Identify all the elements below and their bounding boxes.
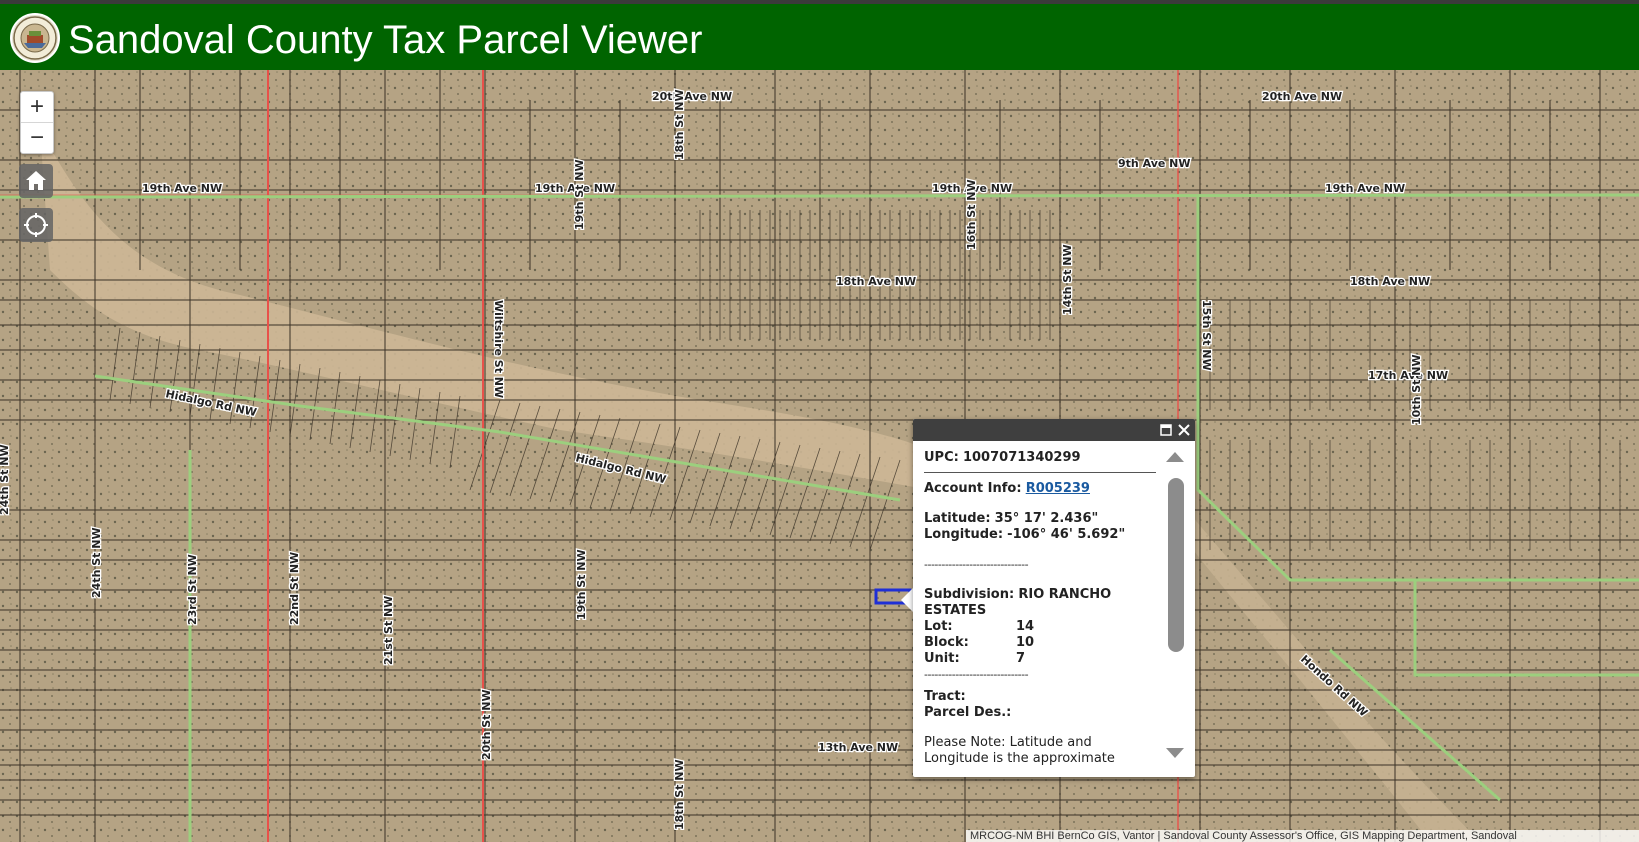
popup-titlebar — [913, 419, 1195, 441]
street-label: 10th St NW — [1410, 354, 1423, 425]
scroll-up-icon[interactable] — [1163, 448, 1187, 464]
maximize-icon[interactable] — [1160, 424, 1172, 436]
street-label: 18th St NW — [673, 759, 686, 830]
street-label: 24th St NW — [0, 444, 11, 515]
street-label: 23rd St NW — [186, 554, 199, 625]
home-button[interactable] — [19, 164, 53, 198]
street-label: Wiltshire St NW — [492, 300, 505, 398]
lot-value: 14 — [1016, 619, 1035, 634]
street-label: 14th St NW — [1061, 244, 1074, 315]
zoom-in-button[interactable]: + — [21, 92, 53, 122]
unit-value: 7 — [1016, 651, 1026, 666]
zoom-control: + − — [20, 91, 54, 154]
street-label: 13th Ave NW — [818, 741, 898, 754]
separator: ------------------------------ — [924, 668, 1029, 681]
map-canvas[interactable]: 20th Ave NW 20th Ave NW 9th Ave NW 19th … — [0, 70, 1639, 842]
street-label: 20th St NW — [480, 689, 493, 760]
block-label: Block: — [924, 635, 969, 650]
parcel-des-label: Parcel Des.: — [924, 705, 1012, 720]
street-label: 17th Ave NW — [1368, 369, 1448, 382]
close-icon[interactable] — [1178, 424, 1190, 436]
street-label: 15th St NW — [1200, 300, 1213, 371]
street-label: 9th Ave NW — [1118, 157, 1191, 170]
tract-label: Tract: — [924, 689, 966, 704]
latitude-label: Latitude: — [924, 511, 991, 526]
parcel-popup: UPC: 1007071340299 Account Info: R005239… — [913, 419, 1195, 777]
street-label: 19th St NW — [573, 159, 586, 230]
scroll-thumb[interactable] — [1168, 478, 1184, 652]
block-value: 10 — [1016, 635, 1035, 650]
locate-icon — [24, 213, 48, 237]
account-link[interactable]: R005239 — [1026, 481, 1090, 496]
subdivision-label: Subdivision: — [924, 587, 1015, 602]
longitude-label: Longitude: — [924, 527, 1004, 542]
street-label: 16th St NW — [965, 179, 978, 250]
lot-label: Lot: — [924, 619, 953, 634]
home-icon — [26, 171, 46, 190]
popup-content: UPC: 1007071340299 Account Info: R005239… — [924, 450, 1156, 768]
street-label: 18th Ave NW — [836, 275, 916, 288]
app-header: Sandoval County Tax Parcel Viewer — [0, 4, 1639, 70]
map-attribution: MRCOG-NM BHI BernCo GIS, Vantor | Sandov… — [966, 830, 1639, 842]
separator: ------------------------------ — [924, 558, 1029, 571]
popup-note: Please Note: Latitude and Longitude is t… — [924, 735, 1115, 768]
street-label: 18th St NW — [673, 89, 686, 160]
map-view[interactable]: 20th Ave NW 20th Ave NW 9th Ave NW 19th … — [0, 70, 1639, 842]
street-label: 20th Ave NW — [652, 90, 732, 103]
street-label: 19th St NW — [575, 549, 588, 620]
street-label: 22nd St NW — [288, 552, 301, 625]
locate-button[interactable] — [19, 208, 53, 242]
street-label: 19th Ave NW — [1325, 182, 1405, 195]
street-label: 18th Ave NW — [1350, 275, 1430, 288]
popup-scrollbar[interactable] — [1163, 444, 1187, 766]
latitude-value: 35° 17' 2.436" — [994, 511, 1099, 526]
street-label: 19th Ave NW — [142, 182, 222, 195]
app-title: Sandoval County Tax Parcel Viewer — [68, 18, 703, 62]
account-label: Account Info: — [924, 481, 1022, 496]
street-label: 24th St NW — [90, 527, 103, 598]
unit-label: Unit: — [924, 651, 960, 666]
zoom-out-button[interactable]: − — [21, 123, 53, 153]
street-label: 20th Ave NW — [1262, 90, 1342, 103]
street-label: 21st St NW — [382, 596, 395, 665]
scroll-down-icon[interactable] — [1163, 746, 1187, 762]
upc-value: 1007071340299 — [962, 450, 1081, 465]
longitude-value: -106° 46' 5.692" — [1007, 527, 1126, 542]
upc-label: UPC: — [924, 450, 959, 465]
popup-pointer — [901, 588, 913, 612]
popup-divider — [924, 472, 1156, 473]
county-seal-icon — [10, 13, 60, 63]
